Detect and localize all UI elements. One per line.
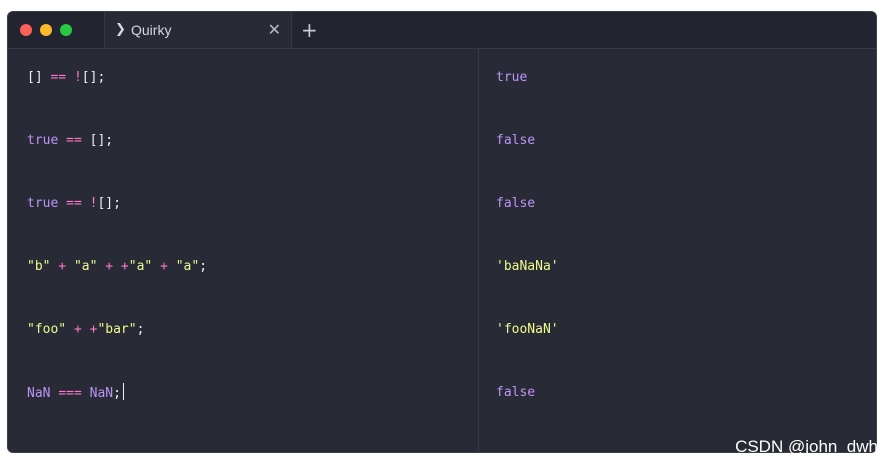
code-token: == bbox=[66, 133, 90, 148]
result-line: false bbox=[496, 196, 536, 211]
code-token: == ! bbox=[66, 196, 98, 211]
tab-label: Quirky bbox=[131, 22, 172, 38]
app-window: ❯ Quirky ✕ + [] == ![]; true == []; true =… bbox=[7, 11, 877, 453]
code-token: "b" bbox=[27, 259, 51, 274]
code-token: "a" bbox=[73, 259, 98, 274]
result-line: false bbox=[496, 385, 536, 400]
code-token: []; bbox=[97, 196, 121, 211]
text-cursor bbox=[122, 383, 124, 400]
code-token: ; bbox=[136, 322, 145, 337]
chevron-right-icon: ❯ bbox=[115, 22, 126, 37]
code-line[interactable]: [] == ![]; bbox=[27, 68, 105, 88]
code-token: true bbox=[27, 196, 67, 211]
code-token: + bbox=[152, 259, 176, 274]
close-window-button[interactable] bbox=[20, 24, 32, 36]
code-line[interactable]: true == []; bbox=[27, 131, 113, 151]
tab-quirky[interactable]: ❯ Quirky ✕ bbox=[104, 12, 292, 48]
code-token: [] bbox=[27, 70, 51, 85]
close-tab-icon[interactable]: ✕ bbox=[268, 20, 281, 39]
code-token: NaN bbox=[27, 386, 59, 401]
title-bar: ❯ Quirky ✕ + bbox=[8, 12, 876, 49]
code-token: "a" bbox=[175, 259, 200, 274]
code-token: + bbox=[50, 259, 74, 274]
code-line[interactable]: "b" + "a" + +"a" + "a"; bbox=[27, 257, 207, 277]
code-token: "foo" bbox=[27, 322, 67, 337]
watermark: CSDN @john_dwh bbox=[735, 437, 878, 456]
code-token: ; bbox=[199, 259, 208, 274]
result-line: true bbox=[496, 70, 528, 85]
code-token: []; bbox=[81, 70, 106, 85]
code-editor-pane[interactable]: [] == ![]; true == []; true == ![]; "b" + "… bbox=[27, 49, 467, 452]
results-pane: true false false 'baNaNa' 'fooNaN' false bbox=[496, 49, 866, 452]
maximize-window-button[interactable] bbox=[60, 24, 72, 36]
code-token: + + bbox=[97, 259, 129, 274]
new-tab-button[interactable]: + bbox=[301, 18, 318, 42]
code-token: == ! bbox=[50, 70, 82, 85]
result-line: false bbox=[496, 133, 536, 148]
code-token: ; bbox=[113, 386, 121, 401]
result-line: 'baNaNa' bbox=[496, 259, 559, 274]
result-line: 'fooNaN' bbox=[496, 322, 559, 337]
code-token: "a" bbox=[128, 259, 153, 274]
code-line[interactable]: true == ![]; bbox=[27, 194, 121, 214]
code-line[interactable]: NaN === NaN; bbox=[27, 383, 124, 403]
code-token: "bar" bbox=[97, 322, 137, 337]
minimize-window-button[interactable] bbox=[40, 24, 52, 36]
code-line[interactable]: "foo" + +"bar"; bbox=[27, 320, 144, 340]
code-token: NaN bbox=[89, 386, 114, 401]
code-token: + + bbox=[66, 322, 98, 337]
code-token: []; bbox=[89, 133, 114, 148]
pane-divider[interactable] bbox=[478, 49, 479, 452]
code-token: === bbox=[58, 386, 90, 401]
code-token: true bbox=[27, 133, 67, 148]
